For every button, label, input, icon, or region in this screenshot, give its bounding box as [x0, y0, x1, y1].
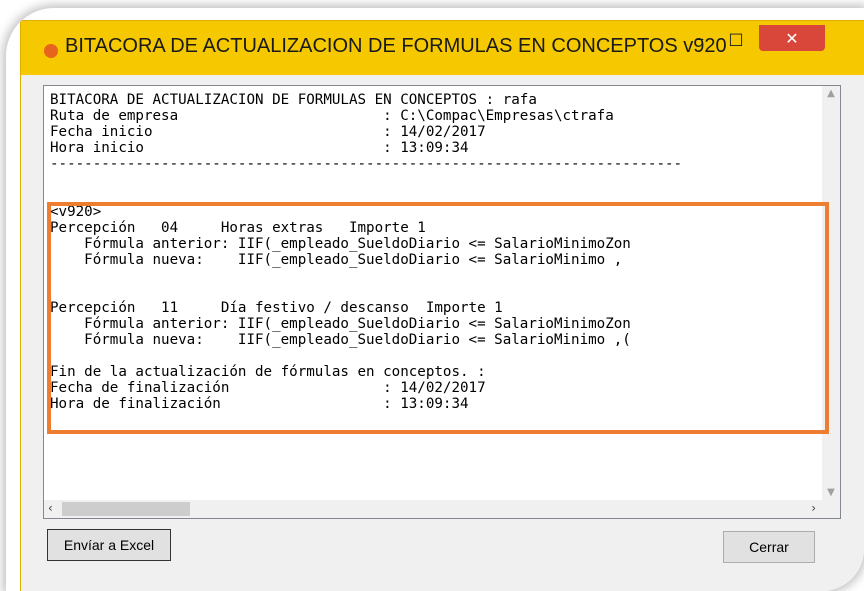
- log-line: BITACORA DE ACTUALIZACION DE FORMULAS EN…: [50, 92, 537, 108]
- close-label: Cerrar: [749, 539, 789, 555]
- log-line: Ruta de empresa : C:\Compac\Empresas\ctr…: [50, 108, 614, 124]
- highlight-annotation-box: [47, 202, 829, 434]
- log-line: ----------------------------------------…: [50, 156, 683, 172]
- maximize-button[interactable]: □: [721, 25, 751, 51]
- app-icon: [44, 44, 58, 58]
- window-title: BITACORA DE ACTUALIZACION DE FORMULAS EN…: [65, 35, 727, 57]
- log-line: Hora inicio : 13:09:34: [50, 140, 469, 156]
- chevron-up-icon[interactable]: ▲: [825, 88, 837, 99]
- screenshot-frame: BITACORA DE ACTUALIZACION DE FORMULAS EN…: [6, 8, 864, 591]
- minimize-button[interactable]: –: [685, 25, 715, 51]
- horizontal-scrollbar[interactable]: ‹ ›: [44, 500, 840, 518]
- send-to-excel-label: Envíar a Excel: [63, 537, 155, 553]
- close-button[interactable]: Cerrar: [723, 531, 815, 563]
- close-window-button[interactable]: ✕: [759, 25, 825, 51]
- log-line: Fecha inicio : 14/02/2017: [50, 124, 486, 140]
- chevron-left-icon[interactable]: ‹: [48, 501, 53, 515]
- horizontal-scroll-thumb[interactable]: [62, 502, 190, 516]
- dialog-window: BITACORA DE ACTUALIZACION DE FORMULAS EN…: [20, 20, 864, 591]
- send-to-excel-button[interactable]: Envíar a Excel: [47, 529, 171, 561]
- chevron-down-icon[interactable]: ▼: [825, 487, 837, 498]
- title-bar[interactable]: BITACORA DE ACTUALIZACION DE FORMULAS EN…: [21, 21, 864, 75]
- chevron-right-icon[interactable]: ›: [811, 501, 816, 515]
